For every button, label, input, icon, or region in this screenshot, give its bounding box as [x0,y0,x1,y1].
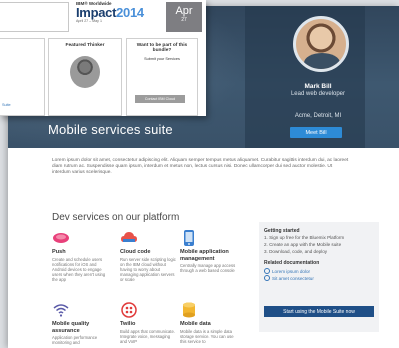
event-year: 2014 [116,5,144,20]
left-tile: Suite [0,38,45,116]
step-item: 2. Create an app with the Mobile suite [264,242,342,247]
service-title: Cloud code [120,249,151,255]
cloud-code-icon [120,230,138,246]
push-icon [52,230,70,246]
submit-services-label: Submit your Services [144,57,180,61]
mobile-data-icon [180,302,198,318]
meet-profile-button[interactable]: Meet Bill [290,127,342,138]
left-tile-link[interactable]: Suite [2,103,11,107]
related-docs-title: Related documentation [264,260,320,266]
section-title: Dev services on our platform [52,212,180,223]
doc-link-label: Lorem ipsum dolor [272,268,311,274]
service-desc: Create and schedule users notifications … [52,256,106,282]
contact-button[interactable]: Contact IBM Cloud [135,95,185,103]
service-title: Mobile application management [180,249,229,262]
service-twilio[interactable]: Twilio Build apps that communicate. Inte… [120,302,178,344]
event-name: Impact2014 [76,5,144,20]
step-item: 1. Sign up free for the Bluemix Platform [264,235,345,240]
date-day: 27 [181,17,187,23]
service-desc: Application performance monitoring and [52,335,98,345]
service-desc: Run server side scripting logic on the I… [120,256,176,282]
service-desc: Centrally manage app access through a we… [180,263,236,273]
featured-thinker-tile: Featured Thinker [48,38,122,116]
mobile-management-icon [180,230,198,246]
doc-link[interactable]: Sit amet consectetur [264,275,314,281]
service-cloud-code[interactable]: Cloud code Run server side scripting log… [120,230,178,282]
getting-started-panel: Getting started 1. Sign up free for the … [259,222,379,332]
twilio-icon [120,302,138,318]
profile-location: Acme, Detroit, MI [294,113,342,119]
date-badge: Apr 27 [166,2,202,32]
wifi-icon [52,302,70,318]
step-item: 3. Download, code, and deploy [264,249,328,254]
profile-role: Lead web developer [290,91,346,97]
service-title: Twilio [120,321,136,327]
getting-started-title: Getting started [264,228,300,234]
doc-link[interactable]: Lorem ipsum dolor [264,268,310,274]
thinker-avatar [70,56,100,88]
profile-name: Mark Bill [304,83,332,90]
date-month: Apr [175,5,193,17]
link-bullet-icon [264,268,270,274]
event-name-text: Impact [76,5,117,20]
service-title: Mobile data [180,321,211,327]
profile-avatar [293,16,349,72]
link-bullet-icon [264,275,270,281]
service-title: Mobile quality assurance [52,321,90,334]
featured-thinker-title: Featured Thinker [65,43,105,48]
intro-paragraph: Lorem ipsum dolor sit amet, consectetur … [52,158,349,176]
event-logo: IBM® Worldwide Impact2014 April 27 – May… [76,0,156,23]
event-dates: April 27 – May 1 [76,19,102,23]
service-push[interactable]: Push Create and schedule users notificat… [52,230,110,282]
service-desc: Build apps that communicate. Integrate v… [120,328,175,344]
service-mobile-quality[interactable]: Mobile quality assurance Application per… [52,302,110,345]
doc-link-label: Sit amet consectetur [272,275,314,281]
bundle-cta-tile: Want to be part of this bundle? Submit y… [126,38,198,116]
bundle-cta-title: Want to be part of this bundle? [136,43,188,53]
service-mobile-management[interactable]: Mobile application management Centrally … [180,230,238,273]
service-mobile-data[interactable]: Mobile data Mobile data is a simple data… [180,302,238,344]
left-box [0,2,69,32]
bundle-card: IBM® Worldwide Impact2014 April 27 – May… [0,0,206,116]
service-desc: Mobile data is a simple data storage ser… [180,328,234,344]
hero-title: Mobile services suite [48,122,173,137]
start-suite-button[interactable]: Start using the Mobile Suite now [264,306,374,317]
service-title: Push [52,249,66,255]
